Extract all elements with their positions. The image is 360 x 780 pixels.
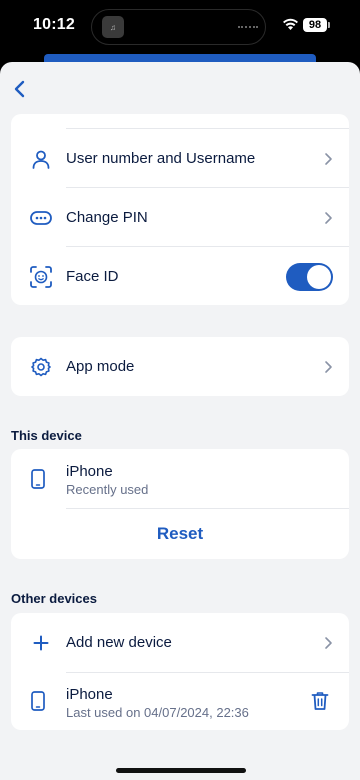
home-indicator <box>116 768 246 773</box>
app-mode-card: App mode <box>11 337 349 396</box>
status-bar: 10:12 ♫ 98 <box>0 0 360 54</box>
toggle-knob <box>307 264 331 289</box>
battery-nub <box>328 22 330 28</box>
security-card: User number and Username Change PIN Face… <box>11 114 349 305</box>
battery-level: 98 <box>303 18 327 32</box>
row-add-device[interactable]: Add new device <box>11 613 349 672</box>
device-status: Recently used <box>66 482 149 497</box>
device-status: Last used on 04/07/2024, 22:36 <box>66 705 249 720</box>
phone-icon <box>31 469 51 491</box>
trash-icon <box>311 692 329 710</box>
row-app-mode[interactable]: App mode <box>11 337 349 396</box>
gear-icon <box>29 355 53 379</box>
phone-icon <box>31 691 51 713</box>
face-id-icon <box>29 265 53 289</box>
row-label: Change PIN <box>66 209 148 226</box>
row-label: User number and Username <box>66 150 256 167</box>
row-user-number[interactable]: User number and Username <box>11 129 349 188</box>
device-name: iPhone <box>66 686 113 703</box>
pin-dots-icon <box>29 206 53 230</box>
chevron-left-icon <box>14 80 25 98</box>
chevron-right-icon <box>325 360 332 373</box>
this-device-card: iPhone Recently used Reset <box>11 449 349 559</box>
user-icon <box>29 147 53 171</box>
row-face-id: Face ID <box>11 247 349 305</box>
section-title-other-devices: Other devices <box>11 591 97 606</box>
now-playing-thumbnail: ♫ <box>102 16 124 38</box>
island-indicator <box>238 26 258 29</box>
row-change-pin[interactable]: Change PIN <box>11 188 349 247</box>
row-label: Add new device <box>66 634 172 651</box>
row-label: App mode <box>66 358 135 375</box>
wifi-icon <box>283 18 298 30</box>
chevron-right-icon <box>325 211 332 224</box>
delete-device-button[interactable] <box>309 689 331 713</box>
back-button[interactable] <box>6 76 32 102</box>
settings-sheet: User number and Username Change PIN Face… <box>0 62 360 780</box>
section-title-this-device: This device <box>11 428 82 443</box>
reset-button[interactable]: Reset <box>11 524 349 544</box>
chevron-right-icon <box>325 152 332 165</box>
plus-icon <box>29 631 53 655</box>
dynamic-island: ♫ <box>91 9 266 45</box>
divider <box>66 672 349 673</box>
row-label: Face ID <box>66 268 119 285</box>
chevron-right-icon <box>325 636 332 649</box>
status-time: 10:12 <box>33 16 75 33</box>
other-devices-card: Add new device iPhone Last used on 04/07… <box>11 613 349 730</box>
divider <box>66 508 349 509</box>
face-id-toggle[interactable] <box>286 262 333 291</box>
device-name: iPhone <box>66 463 113 480</box>
